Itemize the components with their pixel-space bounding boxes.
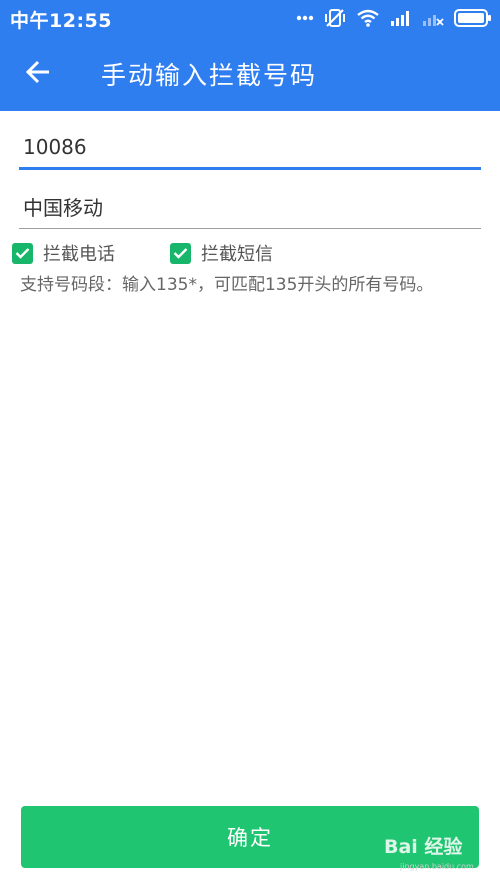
name-input[interactable] [19,188,481,224]
signal-icon [390,10,412,26]
page-title: 手动输入拦截号码 [101,61,318,90]
no-sim-signal-icon [422,10,444,26]
name-input-underline [19,228,481,229]
status-bar: 中午12:55 [0,0,500,36]
baidu-jingyan-watermark: Bai 经验 [384,832,462,859]
watermark-subtext: jingyan.baidu.com [400,862,474,871]
arrow-left-icon [25,60,51,88]
confirm-button-label: 确定 [227,826,273,850]
checkbox-checked-icon [170,242,191,264]
number-range-hint: 支持号码段：输入135*，可匹配135开头的所有号码。 [20,275,434,295]
wifi-icon [356,9,380,27]
block-sms-checkbox[interactable]: 拦截短信 [170,240,273,266]
status-time: 中午12:55 [10,10,112,32]
watermark-text: Bai 经验 [384,836,463,858]
number-input-underline [19,167,481,170]
app-bar: 手动输入拦截号码 [0,36,500,111]
silent-vibrate-icon [324,8,346,28]
block-calls-checkbox[interactable]: 拦截电话 [12,240,115,266]
number-input[interactable] [19,129,481,165]
more-dots-icon [296,15,314,21]
battery-icon [454,9,492,27]
block-calls-label: 拦截电话 [43,244,115,265]
status-icons [296,6,492,30]
app-header: 中午12:55 手动输入拦截号码 [0,0,500,111]
back-button[interactable] [18,54,58,94]
block-sms-label: 拦截短信 [201,244,273,265]
checkbox-checked-icon [12,242,33,264]
